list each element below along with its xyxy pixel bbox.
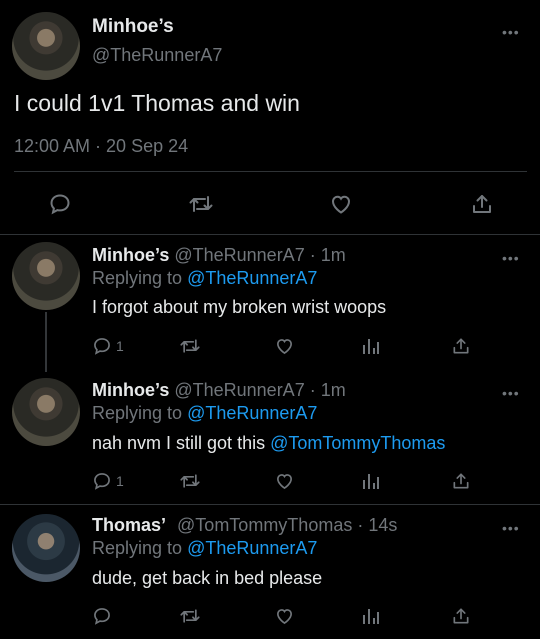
- share-icon: [453, 473, 469, 489]
- reply-count: 1: [116, 473, 124, 489]
- author-name[interactable]: Minhoe’s: [92, 245, 169, 265]
- retweet-icon: [180, 474, 200, 488]
- avatar[interactable]: [12, 378, 80, 446]
- like-icon: [276, 474, 292, 490]
- reply-icon: [94, 338, 110, 355]
- reply-icon: [94, 473, 110, 490]
- replying-to-handle[interactable]: @TheRunnerA7: [187, 268, 317, 288]
- analytics-button[interactable]: [360, 605, 382, 627]
- analytics-button[interactable]: [360, 470, 382, 492]
- reply-count: 1: [116, 338, 124, 354]
- author-handle[interactable]: @TheRunnerA7: [92, 45, 222, 66]
- more-icon[interactable]: •••: [502, 385, 520, 401]
- reply-text-body: dude, get back in bed please: [92, 568, 323, 588]
- like-button[interactable]: [272, 335, 296, 357]
- share-icon: [453, 338, 469, 354]
- more-icon[interactable]: •••: [502, 24, 520, 40]
- replying-to: Replying to @TheRunnerA7: [92, 538, 317, 559]
- retweet-button[interactable]: [186, 191, 216, 217]
- avatar[interactable]: [12, 242, 80, 310]
- reply-text: dude, get back in bed please: [92, 568, 322, 589]
- replying-to: Replying to @TheRunnerA7: [92, 403, 317, 424]
- divider: [0, 234, 540, 235]
- more-icon[interactable]: •••: [502, 250, 520, 266]
- reply-button[interactable]: [46, 191, 74, 217]
- replying-to: Replying to @TheRunnerA7: [92, 268, 317, 289]
- reply-icon: [50, 194, 70, 215]
- divider: [0, 504, 540, 505]
- analytics-icon: [363, 474, 379, 489]
- retweet-button[interactable]: [178, 335, 202, 357]
- author-meta[interactable]: @TheRunnerA7 · 1m: [174, 380, 345, 400]
- reply-text: nah nvm I still got this @TomTommyThomas: [92, 433, 445, 454]
- analytics-icon: [363, 609, 379, 624]
- divider: [14, 171, 527, 172]
- like-button[interactable]: [327, 191, 355, 217]
- share-button[interactable]: [468, 191, 496, 217]
- author-meta[interactable]: @TomTommyThomas · 14s: [177, 515, 397, 535]
- like-icon: [331, 195, 351, 214]
- analytics-button[interactable]: [360, 335, 382, 357]
- tweet-text: I could 1v1 Thomas and win: [14, 90, 300, 116]
- avatar[interactable]: [12, 514, 80, 582]
- retweet-button[interactable]: [178, 605, 202, 627]
- retweet-icon: [180, 609, 200, 623]
- share-button[interactable]: [450, 605, 472, 627]
- share-button[interactable]: [450, 470, 472, 492]
- replying-to-label: Replying to: [92, 268, 183, 288]
- replying-to-label: Replying to: [92, 403, 183, 423]
- like-icon: [276, 339, 292, 355]
- author-name[interactable]: Thomas’: [92, 515, 166, 535]
- like-button[interactable]: [272, 605, 296, 627]
- mention-link[interactable]: @TomTommyThomas: [270, 433, 445, 453]
- retweet-icon: [180, 339, 200, 353]
- reply-text-body: I forgot about my broken wrist woops: [92, 297, 387, 317]
- reply-header: Minhoe’s @TheRunnerA7 · 1m: [92, 380, 346, 401]
- reply-button[interactable]: 1: [92, 335, 138, 357]
- reply-text: I forgot about my broken wrist woops: [92, 297, 386, 318]
- reply-text-body: nah nvm I still got this: [92, 433, 266, 453]
- like-icon: [276, 609, 292, 625]
- analytics-icon: [363, 339, 379, 354]
- retweet-icon: [189, 196, 213, 212]
- timestamp[interactable]: 12:00 AM · 20 Sep 24: [14, 136, 188, 157]
- like-button[interactable]: [272, 470, 296, 492]
- reply-icon: [94, 608, 110, 625]
- reply-header: Thomas’ @TomTommyThomas · 14s: [92, 515, 397, 536]
- author-meta[interactable]: @TheRunnerA7 · 1m: [174, 245, 345, 265]
- author-name[interactable]: Minhoe’s: [92, 16, 174, 38]
- retweet-button[interactable]: [178, 470, 202, 492]
- reply-header: Minhoe’s @TheRunnerA7 · 1m: [92, 245, 346, 266]
- replying-to-handle[interactable]: @TheRunnerA7: [187, 403, 317, 423]
- thread-line: [45, 312, 47, 372]
- reply-button[interactable]: [92, 605, 138, 627]
- replying-to-label: Replying to: [92, 538, 183, 558]
- share-icon: [453, 608, 469, 624]
- more-icon[interactable]: •••: [502, 520, 520, 536]
- share-icon: [473, 195, 491, 213]
- reply-button[interactable]: 1: [92, 470, 138, 492]
- share-button[interactable]: [450, 335, 472, 357]
- replying-to-handle[interactable]: @TheRunnerA7: [187, 538, 317, 558]
- author-name[interactable]: Minhoe’s: [92, 380, 169, 400]
- avatar[interactable]: [12, 12, 80, 80]
